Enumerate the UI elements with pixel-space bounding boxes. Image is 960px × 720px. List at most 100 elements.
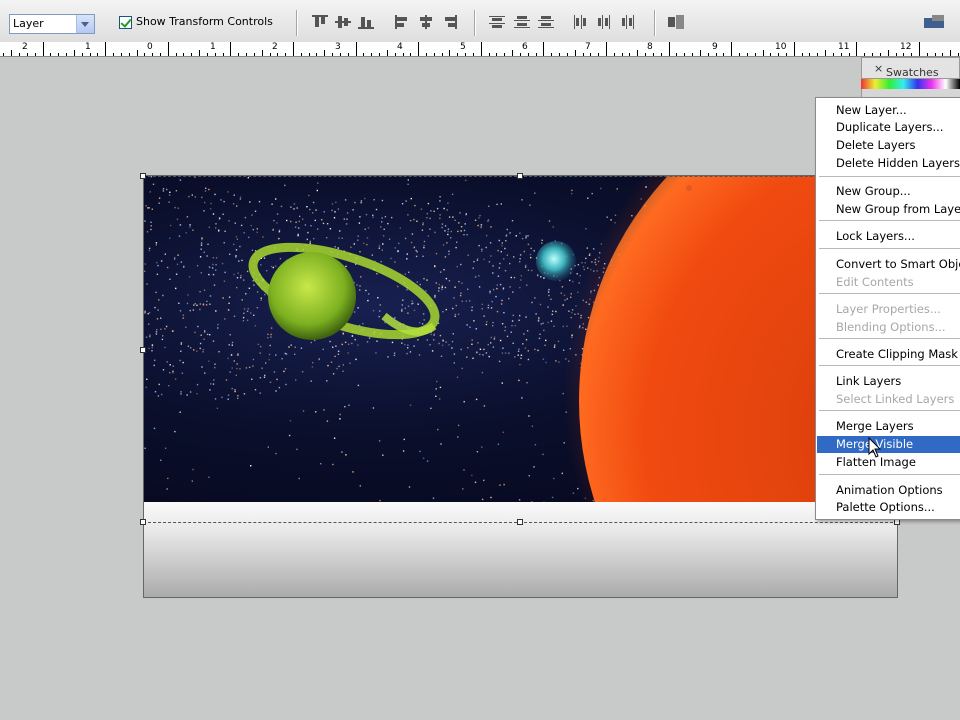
- menu-item-lock-layers[interactable]: Lock Layers...: [817, 228, 960, 245]
- menu-item-duplicate-layers[interactable]: Duplicate Layers...: [817, 119, 960, 136]
- align-horizontal-centers-icon[interactable]: [418, 15, 434, 29]
- star: [202, 349, 204, 351]
- star: [397, 250, 399, 252]
- transform-handle[interactable]: [140, 173, 146, 179]
- star: [177, 207, 179, 209]
- star: [179, 359, 181, 362]
- auto-select-dropdown[interactable]: Layer: [9, 14, 95, 34]
- transform-handle[interactable]: [140, 347, 146, 353]
- menu-item-convert-to-smart-object[interactable]: Convert to Smart Object: [817, 256, 960, 273]
- star: [156, 329, 158, 331]
- star: [205, 304, 208, 306]
- menu-item-new-layer[interactable]: New Layer...: [817, 102, 960, 119]
- star: [144, 270, 146, 272]
- show-transform-checkbox[interactable]: [119, 16, 132, 29]
- menu-item-merge-layers[interactable]: Merge Layers: [817, 418, 960, 435]
- star: [429, 344, 431, 346]
- star: [497, 275, 500, 277]
- transform-handle[interactable]: [517, 519, 523, 525]
- star: [488, 261, 491, 263]
- star: [273, 371, 276, 373]
- star: [263, 257, 266, 259]
- star: [434, 296, 436, 298]
- star: [416, 220, 418, 222]
- star: [471, 309, 473, 312]
- star: [410, 241, 413, 244]
- star: [571, 311, 573, 314]
- star: [342, 370, 344, 372]
- ruler-tick: [403, 53, 404, 56]
- show-transform-label[interactable]: Show Transform Controls: [136, 15, 273, 28]
- star: [271, 203, 273, 205]
- gradient-layer[interactable]: [144, 502, 897, 597]
- distribute-horizontal-centers-icon[interactable]: [597, 15, 613, 29]
- star: [430, 407, 432, 409]
- menu-item-create-clipping-mask[interactable]: Create Clipping Mask: [817, 346, 960, 363]
- star: [345, 223, 348, 225]
- ruler-tick: [324, 50, 325, 56]
- star: [357, 239, 359, 241]
- star: [148, 323, 150, 325]
- align-bottom-edges-icon[interactable]: [358, 15, 374, 29]
- distribute-right-edges-icon[interactable]: [621, 15, 637, 29]
- distribute-left-edges-icon[interactable]: [573, 15, 589, 29]
- star: [535, 313, 537, 315]
- star: [200, 334, 202, 336]
- star: [489, 292, 491, 294]
- space-image-layer[interactable]: [144, 176, 897, 502]
- star: [465, 179, 467, 182]
- star: [478, 217, 480, 219]
- star: [245, 367, 248, 369]
- chevron-down-icon[interactable]: [76, 15, 94, 33]
- star: [509, 286, 511, 288]
- align-top-edges-icon[interactable]: [312, 15, 328, 29]
- star: [487, 219, 490, 221]
- menu-item-flatten-image[interactable]: Flatten Image: [817, 454, 960, 471]
- align-left-edges-icon[interactable]: [395, 15, 411, 29]
- swatches-tab[interactable]: Swatches ×: [861, 57, 960, 79]
- star: [380, 226, 382, 228]
- transform-handle[interactable]: [140, 519, 146, 525]
- menu-item-delete-layers[interactable]: Delete Layers: [817, 137, 960, 154]
- menu-item-link-layers[interactable]: Link Layers: [817, 373, 960, 390]
- transform-handle[interactable]: [517, 173, 523, 179]
- close-icon[interactable]: ×: [874, 62, 883, 75]
- menu-item-merge-visible[interactable]: Merge Visible: [817, 436, 960, 453]
- star: [513, 276, 516, 279]
- menu-item-delete-hidden-layers[interactable]: Delete Hidden Layers: [817, 155, 960, 172]
- ruler-tick: [50, 53, 51, 56]
- star: [206, 255, 208, 257]
- star: [504, 270, 507, 272]
- star: [204, 372, 206, 374]
- star: [208, 266, 211, 268]
- star: [476, 258, 479, 260]
- menu-item-palette-options[interactable]: Palette Options...: [817, 499, 960, 516]
- menu-item-new-group[interactable]: New Group...: [817, 183, 960, 200]
- swatch-color-strip[interactable]: [861, 79, 960, 89]
- document-canvas[interactable]: [143, 175, 898, 598]
- workspace-icon[interactable]: [924, 15, 950, 29]
- align-right-edges-icon[interactable]: [441, 15, 457, 29]
- star: [339, 413, 341, 416]
- auto-align-layers-icon[interactable]: [668, 15, 684, 29]
- star: [318, 358, 320, 361]
- star: [554, 344, 556, 347]
- star: [531, 269, 533, 272]
- star: [357, 307, 359, 309]
- star: [582, 266, 585, 268]
- menu-item-animation-options[interactable]: Animation Options: [817, 482, 960, 499]
- star: [323, 409, 325, 411]
- star: [268, 359, 270, 361]
- distribute-vertical-centers-icon[interactable]: [514, 15, 530, 29]
- align-vertical-centers-icon[interactable]: [335, 15, 351, 29]
- ruler-tick: [575, 50, 576, 56]
- star: [169, 278, 171, 280]
- menu-item-new-group-from-layers[interactable]: New Group from Layers...: [817, 201, 960, 218]
- star: [545, 339, 547, 342]
- star: [233, 315, 236, 317]
- star: [337, 247, 339, 249]
- star: [203, 251, 205, 253]
- distribute-bottom-edges-icon[interactable]: [538, 15, 554, 29]
- star: [214, 363, 216, 365]
- distribute-top-edges-icon[interactable]: [489, 15, 505, 29]
